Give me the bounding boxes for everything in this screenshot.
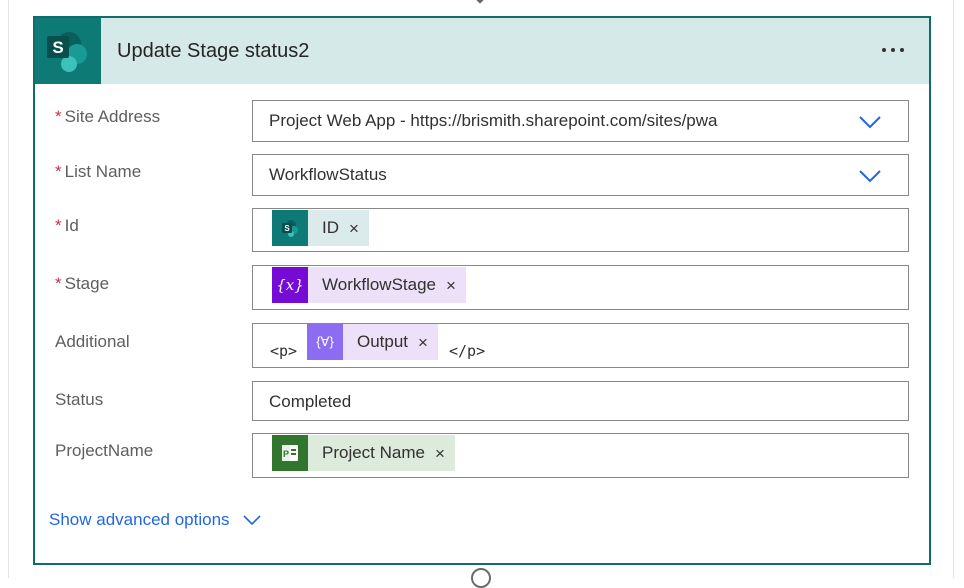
remove-token-icon[interactable]: × xyxy=(349,220,359,237)
svg-text:S: S xyxy=(284,224,290,233)
projectname-input[interactable]: P Project Name × xyxy=(252,433,909,478)
list-name-label: * List Name xyxy=(55,162,142,181)
status-value: Completed xyxy=(269,392,352,411)
remove-token-icon[interactable]: × xyxy=(446,277,456,294)
more-dot-icon xyxy=(891,48,895,52)
connector-arrow-icon xyxy=(476,0,484,4)
list-name-dropdown[interactable]: WorkflowStatus xyxy=(252,154,909,196)
status-input[interactable]: Completed xyxy=(252,381,909,421)
remove-token-icon[interactable]: × xyxy=(435,445,445,462)
list-name-value: WorkflowStatus xyxy=(269,165,387,184)
additional-input[interactable]: <p> {∀} Output × </p> xyxy=(252,323,909,368)
output-token[interactable]: {∀} Output × xyxy=(307,324,438,360)
more-dot-icon xyxy=(900,48,904,52)
more-options-button[interactable] xyxy=(873,36,913,64)
token-label: WorkflowStage xyxy=(322,275,437,294)
required-marker: * xyxy=(55,162,62,181)
status-label: Status xyxy=(55,390,104,409)
svg-text:P: P xyxy=(283,449,289,459)
id-token[interactable]: S ID × xyxy=(272,210,369,246)
show-advanced-options-link[interactable]: Show advanced options xyxy=(49,510,262,530)
token-label: Output xyxy=(357,332,409,351)
site-address-value: Project Web App - https://brismith.share… xyxy=(269,111,718,130)
workflowstage-token[interactable]: {x} WorkflowStage × xyxy=(272,267,466,303)
chevron-down-icon xyxy=(242,515,261,526)
id-input[interactable]: S ID × xyxy=(252,208,909,252)
projectname-label: ProjectName xyxy=(55,441,154,460)
remove-token-icon[interactable]: × xyxy=(418,334,428,351)
stage-input[interactable]: {x} WorkflowStage × xyxy=(252,265,909,310)
required-marker: * xyxy=(55,107,62,126)
more-dot-icon xyxy=(882,48,886,52)
site-address-label: * Site Address xyxy=(55,107,161,126)
html-open-tag: <p> xyxy=(270,342,298,360)
sharepoint-icon: S xyxy=(35,18,101,84)
card-header[interactable]: S Update Stage status2 xyxy=(35,18,929,84)
project-name-token[interactable]: P Project Name × xyxy=(272,435,455,471)
stage-label: * Stage xyxy=(55,274,110,293)
svg-text:S: S xyxy=(52,38,63,57)
variable-icon: {x} xyxy=(272,267,308,303)
project-icon: P xyxy=(272,435,308,471)
token-label: Project Name xyxy=(322,443,425,462)
id-label: * Id xyxy=(55,216,79,235)
card-title[interactable]: Update Stage status2 xyxy=(117,40,309,63)
compose-icon: {∀} xyxy=(307,324,343,360)
connector-node-icon xyxy=(471,568,491,588)
chevron-down-icon[interactable] xyxy=(858,169,882,183)
token-label: ID xyxy=(322,218,339,237)
advanced-options-label: Show advanced options xyxy=(49,510,230,529)
chevron-down-icon[interactable] xyxy=(858,115,882,129)
additional-label: Additional xyxy=(55,332,130,351)
action-card: S Update Stage status2 * Site Address Pro… xyxy=(33,16,931,565)
required-marker: * xyxy=(55,274,62,293)
sharepoint-icon: S xyxy=(272,210,308,246)
site-address-dropdown[interactable]: Project Web App - https://brismith.share… xyxy=(252,100,909,142)
html-close-tag: </p> xyxy=(449,342,486,360)
required-marker: * xyxy=(55,216,62,235)
